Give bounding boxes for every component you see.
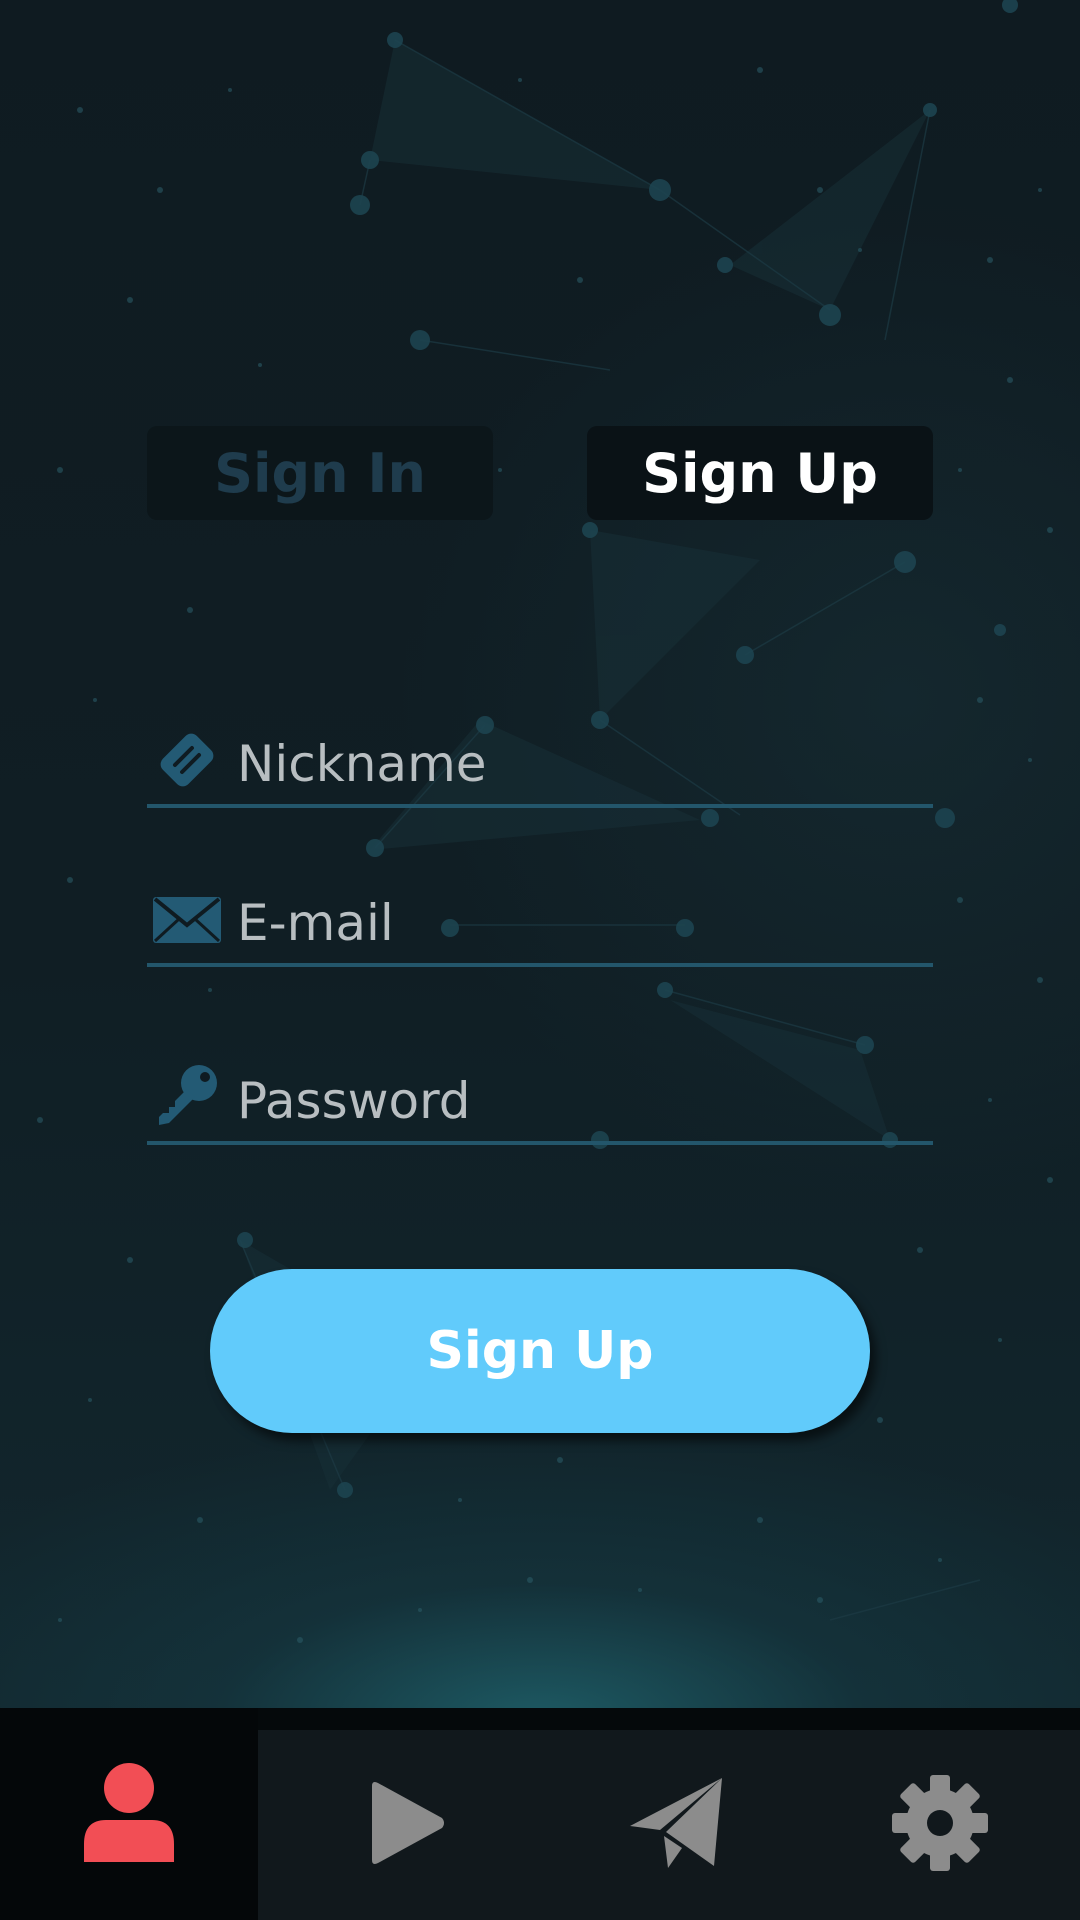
- tab-sign-up-label: Sign Up: [642, 441, 878, 505]
- background-network: [0, 0, 1080, 1708]
- play-icon: [368, 1780, 446, 1870]
- nav-item-settings[interactable]: [800, 1730, 1080, 1920]
- tab-sign-in[interactable]: Sign In: [147, 426, 493, 520]
- sign-up-button-label: Sign Up: [426, 1321, 654, 1381]
- nickname-field: [147, 724, 933, 808]
- nav-item-profile[interactable]: [0, 1708, 258, 1920]
- envelope-icon: [153, 885, 221, 953]
- tab-sign-in-label: Sign In: [214, 441, 426, 505]
- key-icon: [153, 1063, 221, 1131]
- tag-icon: [153, 726, 221, 794]
- paper-plane-icon: [630, 1778, 726, 1872]
- password-input[interactable]: [237, 1065, 917, 1137]
- email-field: [147, 883, 933, 967]
- bottom-nav: [0, 1708, 1080, 1920]
- gear-icon: [892, 1775, 988, 1875]
- user-icon: [84, 1762, 174, 1866]
- nav-item-play[interactable]: [258, 1730, 556, 1920]
- email-input[interactable]: [237, 887, 917, 959]
- nav-item-send[interactable]: [556, 1730, 800, 1920]
- app-root: Sign In Sign Up Nickname E-mail Sign Up: [0, 0, 1080, 1920]
- nickname-input[interactable]: [237, 728, 917, 800]
- tab-sign-up[interactable]: Sign Up: [587, 426, 933, 520]
- network-pattern: [37, 0, 1053, 1643]
- password-field: [147, 1061, 933, 1145]
- sign-up-button[interactable]: Sign Up: [210, 1269, 870, 1433]
